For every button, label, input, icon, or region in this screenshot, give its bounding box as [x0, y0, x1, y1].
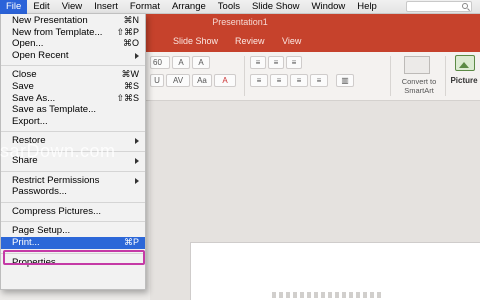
submenu-arrow-icon — [135, 52, 139, 59]
menu-item-new-presentation[interactable]: New Presentation ⌘N — [1, 15, 145, 27]
menu-separator — [1, 170, 145, 172]
menu-window[interactable]: Window — [306, 0, 352, 14]
bullets-button[interactable]: ≡ — [250, 56, 266, 69]
menu-item-save-as[interactable]: Save As... ⇧⌘S — [1, 93, 145, 105]
menu-item-page-setup[interactable]: Page Setup... — [1, 225, 145, 237]
menu-item-shortcut: ⌘W — [121, 69, 140, 80]
menu-format[interactable]: Format — [124, 0, 166, 14]
indent-button[interactable]: ≡ — [286, 56, 302, 69]
menu-item-shortcut: ⌘N — [123, 15, 140, 25]
tab-view[interactable]: View — [282, 36, 301, 46]
menu-item-export[interactable]: Export... — [1, 116, 145, 128]
menu-item-open[interactable]: Open... ⌘O — [1, 38, 145, 50]
underline-button[interactable]: U — [150, 74, 164, 87]
menu-item-restrict-permissions[interactable]: Restrict Permissions — [1, 175, 145, 187]
menu-slide-show[interactable]: Slide Show — [246, 0, 306, 14]
menu-item-shortcut: ⇧⌘S — [116, 92, 139, 103]
char-spacing-button[interactable]: AV — [166, 74, 190, 87]
smartart-icon[interactable] — [404, 56, 430, 74]
menu-item-shortcut: ⌘O — [122, 38, 139, 49]
menu-item-label: Print... — [12, 236, 40, 248]
menu-item-label: Save as Template... — [12, 104, 97, 116]
menu-item-label: New Presentation — [12, 15, 88, 26]
menu-item-label: Export... — [12, 115, 48, 127]
menu-item-label: Page Setup... — [12, 225, 71, 237]
convert-to-smartart-label[interactable]: Convert to SmartArt — [396, 77, 442, 95]
menu-item-compress-pictures[interactable]: Compress Pictures... — [1, 206, 145, 218]
search-input[interactable] — [406, 1, 472, 12]
ribbon-separator — [445, 56, 446, 96]
align-right-button[interactable]: ≡ — [290, 74, 308, 87]
tab-slide-show[interactable]: Slide Show — [173, 36, 218, 46]
menu-item-label: Restrict Permissions — [12, 174, 100, 186]
font-color-button[interactable]: A — [214, 74, 236, 87]
columns-button[interactable]: ▥ — [336, 74, 354, 87]
menu-item-close[interactable]: Close ⌘W — [1, 69, 145, 81]
tab-review[interactable]: Review — [235, 36, 265, 46]
menu-item-label: Compress Pictures... — [12, 205, 102, 217]
ribbon-separator — [244, 56, 245, 96]
align-left-button[interactable]: ≡ — [250, 74, 268, 87]
menu-view[interactable]: View — [56, 0, 88, 14]
change-case-button[interactable]: Aa — [192, 74, 212, 87]
menu-item-shortcut: ⇧⌘P — [116, 26, 139, 37]
convert-label-line2: SmartArt — [404, 86, 434, 95]
font-size-box[interactable]: 60 — [150, 56, 170, 69]
submenu-arrow-icon — [135, 138, 139, 145]
menu-separator — [1, 65, 145, 67]
menu-item-label: Save — [12, 80, 34, 92]
menu-item-print[interactable]: Print... ⌘P — [1, 236, 145, 249]
menu-separator — [1, 201, 145, 203]
align-center-button[interactable]: ≡ — [270, 74, 288, 87]
menu-help[interactable]: Help — [351, 0, 383, 14]
menu-separator — [1, 252, 145, 254]
slide-title-placeholder — [272, 292, 382, 298]
menu-insert[interactable]: Insert — [88, 0, 124, 14]
menu-item-new-from-template[interactable]: New from Template... ⇧⌘P — [1, 27, 145, 39]
menu-item-properties[interactable]: Properties — [1, 257, 145, 269]
picture-icon[interactable] — [455, 55, 475, 71]
increase-font-button[interactable]: A — [172, 56, 190, 69]
menu-item-open-recent[interactable]: Open Recent — [1, 50, 145, 62]
menu-item-label: Open Recent — [12, 49, 69, 61]
search-icon — [462, 3, 468, 9]
menu-item-label: Properties — [12, 256, 56, 268]
menu-item-label: Open... — [12, 38, 44, 50]
menu-tools[interactable]: Tools — [212, 0, 246, 14]
menu-item-label: Save As... — [12, 92, 56, 104]
decrease-font-button[interactable]: A — [192, 56, 210, 69]
justify-button[interactable]: ≡ — [310, 74, 328, 87]
menu-item-save[interactable]: Save ⌘S — [1, 81, 145, 93]
menu-item-label: Passwords... — [12, 186, 67, 198]
watermark: sarDown.com — [0, 141, 116, 161]
menu-item-shortcut: ⌘S — [123, 80, 139, 91]
menu-edit[interactable]: Edit — [27, 0, 55, 14]
menu-item-save-as-template[interactable]: Save as Template... — [1, 104, 145, 116]
menu-bar: File Edit View Insert Format Arrange Too… — [0, 0, 480, 14]
menu-arrange[interactable]: Arrange — [166, 0, 212, 14]
ribbon-separator — [390, 56, 391, 96]
picture-label[interactable]: Picture — [448, 76, 480, 85]
menu-separator — [1, 131, 145, 133]
menu-file[interactable]: File — [0, 0, 28, 14]
convert-label-line1: Convert to — [401, 77, 437, 86]
menu-item-label: Close — [12, 69, 37, 81]
menu-item-shortcut: ⌘P — [123, 236, 139, 247]
menu-item-label: New from Template... — [12, 26, 103, 38]
submenu-arrow-icon — [135, 177, 139, 184]
menu-item-passwords[interactable]: Passwords... — [1, 186, 145, 198]
numbering-button[interactable]: ≡ — [268, 56, 284, 69]
submenu-arrow-icon — [135, 157, 139, 164]
menu-separator — [1, 221, 145, 223]
